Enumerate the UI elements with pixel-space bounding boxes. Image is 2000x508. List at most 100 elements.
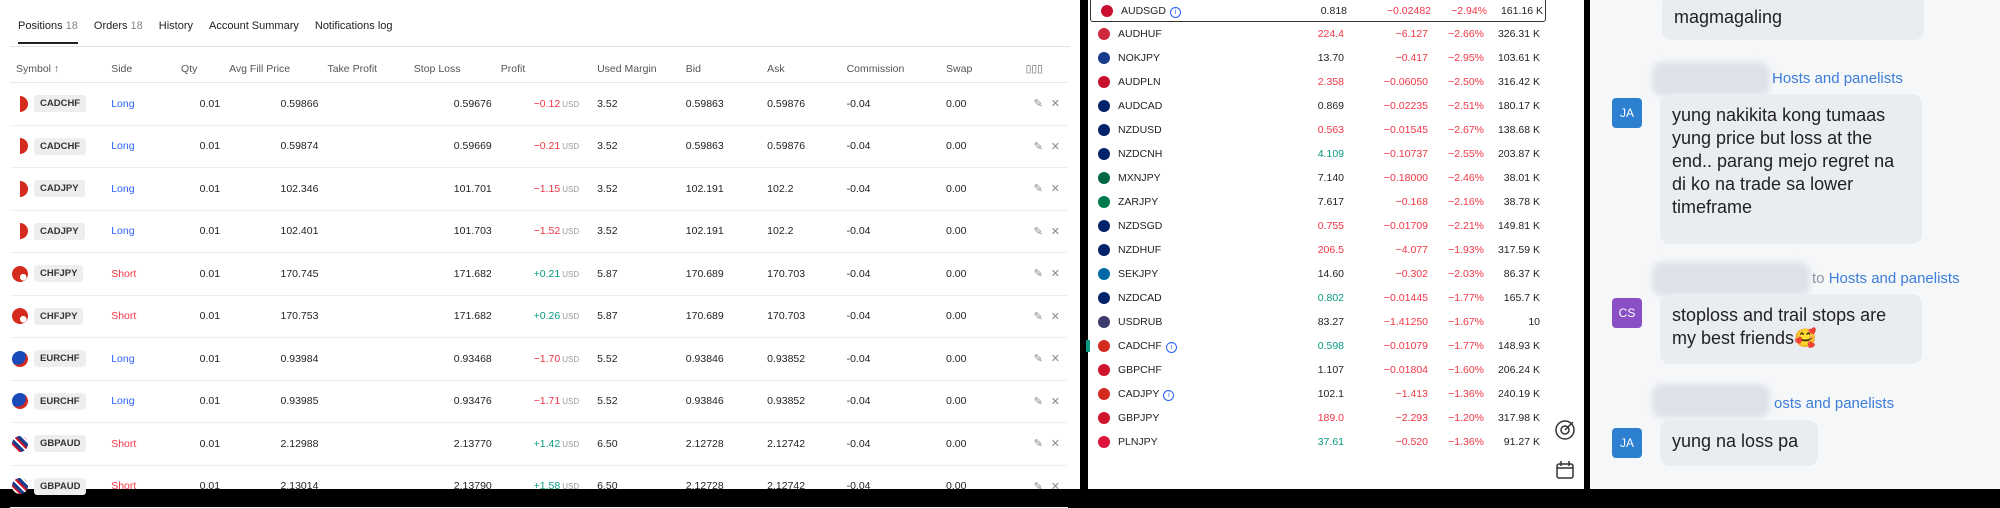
watchlist-row[interactable]: NZDCAD 0.802 −0.01445 −1.77% 165.7 K — [1088, 286, 1548, 310]
stop-loss-cell[interactable]: 2.13770 — [412, 422, 500, 466]
take-profit-cell[interactable] — [326, 125, 413, 168]
edit-icon[interactable]: ✎ — [1034, 481, 1043, 493]
edit-icon[interactable]: ✎ — [1034, 396, 1043, 408]
symbol-badge[interactable]: EURCHF — [34, 392, 86, 410]
edit-icon[interactable]: ✎ — [1034, 438, 1043, 450]
symbol-badge[interactable]: GBPAUD — [34, 477, 87, 495]
table-row[interactable]: CADJPY Long 0.01 102.346 101.701 −1.15 US… — [10, 167, 1068, 211]
edit-icon[interactable]: ✎ — [1034, 311, 1043, 323]
column-header[interactable]: Avg Fill Price — [228, 56, 327, 83]
edit-icon[interactable]: ✎ — [1034, 268, 1043, 280]
close-icon[interactable]: ✕ — [1051, 438, 1060, 450]
close-icon[interactable]: ✕ — [1051, 268, 1060, 280]
watchlist-row[interactable]: GBPCHF 1.107 −0.01804 −1.60% 206.24 K — [1088, 358, 1548, 382]
close-icon[interactable]: ✕ — [1051, 311, 1060, 323]
column-header[interactable]: Profit — [499, 56, 588, 83]
symbol-badge[interactable]: GBPAUD — [34, 435, 87, 453]
table-row[interactable]: EURCHF Long 0.01 0.93984 0.93468 −1.70 US… — [10, 337, 1068, 381]
take-profit-cell[interactable] — [326, 380, 413, 423]
symbol-badge[interactable]: CHFJPY — [34, 307, 84, 325]
watchlist-row[interactable]: USDRUB 83.27 −1.41250 −1.67% 10 — [1088, 310, 1548, 334]
watchlist-row[interactable]: CADJPY i 102.1 −1.413 −1.36% 240.19 K — [1088, 382, 1548, 406]
stop-loss-cell[interactable]: 0.93468 — [412, 337, 500, 381]
column-header[interactable]: Side — [101, 56, 181, 83]
stop-loss-cell[interactable]: 101.701 — [412, 167, 500, 211]
watchlist-row[interactable]: NZDHUF 206.5 −4.077 −1.93% 317.59 K — [1088, 238, 1548, 262]
column-header[interactable]: Used Margin — [587, 56, 676, 83]
watchlist-row[interactable]: NZDUSD 0.563 −0.01545 −2.67% 138.68 K — [1088, 118, 1548, 142]
stop-loss-cell[interactable]: 0.93476 — [412, 380, 500, 423]
table-row[interactable]: CADCHF Long 0.01 0.59874 0.59669 −0.21 US… — [10, 125, 1068, 168]
watchlist-row[interactable]: NZDSGD 0.755 −0.01709 −2.21% 149.81 K — [1088, 214, 1548, 238]
take-profit-cell[interactable] — [326, 337, 413, 381]
tab-positions[interactable]: Positions 18 — [18, 20, 78, 44]
watchlist-row[interactable]: NOKJPY 13.70 −0.417 −2.95% 103.61 K — [1088, 46, 1548, 70]
close-icon[interactable]: ✕ — [1051, 98, 1060, 110]
edit-icon[interactable]: ✎ — [1034, 226, 1043, 238]
stop-loss-cell[interactable]: 171.682 — [412, 252, 500, 296]
column-header[interactable]: Ask — [757, 56, 837, 83]
tab-orders[interactable]: Orders 18 — [94, 20, 143, 44]
symbol-badge[interactable]: EURCHF — [34, 350, 86, 368]
table-row[interactable]: CADCHF Long 0.01 0.59866 0.59676 −0.12 US… — [10, 82, 1068, 126]
take-profit-cell[interactable] — [326, 295, 413, 338]
stop-loss-cell[interactable]: 0.59676 — [412, 82, 500, 126]
take-profit-cell[interactable] — [326, 210, 413, 253]
calendar-icon[interactable] — [1553, 458, 1577, 482]
symbol-badge[interactable]: CADJPY — [34, 222, 85, 240]
watchlist-row[interactable]: AUDCAD 0.869 −0.02235 −2.51% 180.17 K — [1088, 94, 1548, 118]
tab-history[interactable]: History — [159, 20, 193, 44]
info-icon[interactable]: i — [1163, 390, 1175, 401]
take-profit-cell[interactable] — [326, 167, 413, 211]
column-header[interactable]: Qty — [180, 56, 229, 83]
column-settings-icon[interactable]: ▯▯▯ — [1024, 56, 1068, 83]
take-profit-cell[interactable] — [326, 465, 413, 508]
column-header[interactable]: Swap — [936, 56, 1025, 83]
take-profit-cell[interactable] — [326, 252, 413, 296]
table-row[interactable]: EURCHF Long 0.01 0.93985 0.93476 −1.71 US… — [10, 380, 1068, 423]
column-header[interactable]: Symbol ↑ — [10, 56, 102, 83]
watchlist-row[interactable]: SEKJPY 14.60 −0.302 −2.03% 86.37 K — [1088, 262, 1548, 286]
close-icon[interactable]: ✕ — [1051, 183, 1060, 195]
tab-account-summary[interactable]: Account Summary — [209, 20, 299, 44]
close-icon[interactable]: ✕ — [1051, 141, 1060, 153]
symbol-badge[interactable]: CADCHF — [34, 137, 87, 155]
watchlist-row[interactable]: GBPJPY 189.0 −2.293 −1.20% 317.98 K — [1088, 406, 1548, 430]
symbol-badge[interactable]: CHFJPY — [34, 265, 84, 283]
watchlist-row[interactable]: NZDCNH 4.109 −0.10737 −2.55% 203.87 K — [1088, 142, 1548, 166]
edit-icon[interactable]: ✎ — [1034, 141, 1043, 153]
edit-icon[interactable]: ✎ — [1034, 353, 1043, 365]
take-profit-cell[interactable] — [326, 82, 413, 126]
table-row[interactable]: GBPAUD Short 0.01 2.12988 2.13770 +1.42 U… — [10, 422, 1068, 466]
column-header[interactable]: Bid — [675, 56, 758, 83]
watchlist-row[interactable]: AUDHUF 224.4 −6.127 −2.66% 326.31 K — [1088, 22, 1548, 46]
column-header[interactable]: Commission — [836, 56, 937, 83]
target-icon[interactable] — [1553, 418, 1577, 442]
stop-loss-cell[interactable]: 0.59669 — [412, 125, 500, 168]
symbol-badge[interactable]: CADJPY — [34, 180, 85, 198]
close-icon[interactable]: ✕ — [1051, 353, 1060, 365]
take-profit-cell[interactable] — [326, 422, 413, 466]
info-icon[interactable]: i — [1169, 7, 1181, 18]
watchlist-row[interactable]: PLNJPY 37.61 −0.520 −1.36% 91.27 K — [1088, 430, 1548, 454]
watchlist-row[interactable]: CADCHF i 0.598 −0.01079 −1.77% 148.93 K — [1086, 334, 1548, 358]
close-icon[interactable]: ✕ — [1051, 396, 1060, 408]
stop-loss-cell[interactable]: 171.682 — [412, 295, 500, 338]
tab-notifications-log[interactable]: Notifications log — [315, 20, 393, 44]
table-row[interactable]: CADJPY Long 0.01 102.401 101.703 −1.52 US… — [10, 210, 1068, 253]
table-row[interactable]: CHFJPY Short 0.01 170.753 171.682 +0.26 U… — [10, 295, 1068, 338]
watchlist-row[interactable]: ZARJPY 7.617 −0.168 −2.16% 38.78 K — [1088, 190, 1548, 214]
column-header[interactable]: Stop Loss — [412, 56, 500, 83]
close-icon[interactable]: ✕ — [1051, 481, 1060, 493]
edit-icon[interactable]: ✎ — [1034, 98, 1043, 110]
watchlist-row[interactable]: AUDPLN 2.358 −0.06050 −2.50% 316.42 K — [1088, 70, 1548, 94]
watchlist-row[interactable]: MXNJPY 7.140 −0.18000 −2.46% 38.01 K — [1088, 166, 1548, 190]
edit-icon[interactable]: ✎ — [1034, 183, 1043, 195]
symbol-badge[interactable]: CADCHF — [34, 95, 87, 113]
table-row[interactable]: CHFJPY Short 0.01 170.745 171.682 +0.21 U… — [10, 252, 1068, 296]
stop-loss-cell[interactable]: 2.13790 — [412, 465, 500, 508]
close-icon[interactable]: ✕ — [1051, 226, 1060, 238]
stop-loss-cell[interactable]: 101.703 — [412, 210, 500, 253]
watchlist-row[interactable]: AUDSGD i 0.818 −0.02482 −2.94% 161.16 K — [1090, 0, 1546, 22]
info-icon[interactable]: i — [1165, 342, 1177, 353]
